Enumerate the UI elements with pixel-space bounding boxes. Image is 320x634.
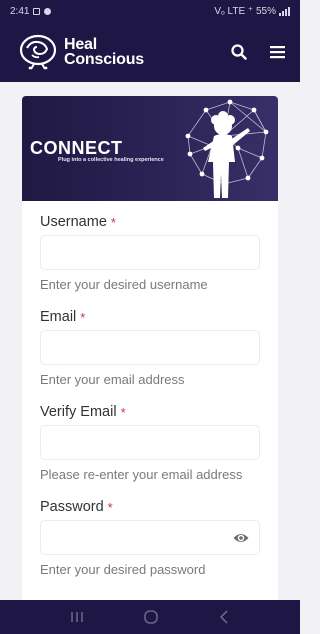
username-input[interactable] xyxy=(41,236,259,269)
email-hint: Enter your email address xyxy=(40,372,185,387)
email-input[interactable] xyxy=(41,331,259,364)
connect-banner: CONNECT Plug into a collective healing e… xyxy=(22,96,278,201)
password-input-wrap xyxy=(40,520,260,555)
username-label-text: Username xyxy=(40,214,107,230)
gallery-notification-icon xyxy=(33,7,41,15)
required-asterisk: * xyxy=(107,499,113,515)
required-asterisk: * xyxy=(110,214,116,230)
username-input-wrap xyxy=(40,235,260,270)
email-field: Email * Enter your email address xyxy=(40,308,260,388)
banner-title: CONNECT xyxy=(30,138,123,158)
password-field: Password * Enter your desired password xyxy=(40,498,260,578)
verify-email-label: Verify Email * xyxy=(40,403,260,421)
back-icon[interactable] xyxy=(218,610,230,624)
password-hint: Enter your desired password xyxy=(40,562,206,577)
password-label-text: Password xyxy=(40,499,104,515)
email-label-text: Email xyxy=(40,309,77,325)
menu-button[interactable] xyxy=(268,43,286,61)
logo-line-2: Conscious xyxy=(64,51,144,68)
logo-text: Heal Conscious xyxy=(64,36,144,68)
registration-form: Username * Enter your desired username E… xyxy=(22,201,278,578)
verify-email-input[interactable] xyxy=(41,426,259,459)
site-header: Heal Conscious xyxy=(0,22,300,82)
verify-email-field: Verify Email * Please re-enter your emai… xyxy=(40,403,260,483)
logo-line-1: Heal xyxy=(64,36,97,53)
network-figure-illustration xyxy=(185,99,269,198)
home-icon[interactable] xyxy=(143,609,159,625)
status-network: Vₒ LTE ⁺ 55% xyxy=(214,5,276,17)
email-label: Email * xyxy=(40,308,260,326)
username-label: Username * xyxy=(40,213,260,231)
search-icon xyxy=(231,44,247,60)
required-asterisk: * xyxy=(120,404,126,420)
status-bar: 2:41 Vₒ LTE ⁺ 55% xyxy=(0,0,300,22)
recents-icon[interactable] xyxy=(70,611,84,623)
system-navigation-bar xyxy=(0,600,300,634)
email-input-wrap xyxy=(40,330,260,365)
home-logo-link[interactable]: Heal Conscious xyxy=(18,34,144,70)
password-label: Password * xyxy=(40,498,260,516)
hamburger-menu-icon xyxy=(269,46,285,59)
verify-email-input-wrap xyxy=(40,425,260,460)
username-field: Username * Enter your desired username xyxy=(40,213,260,293)
brain-logo-icon xyxy=(19,34,57,70)
registration-card: CONNECT Plug into a collective healing e… xyxy=(22,96,278,606)
status-time: 2:41 xyxy=(10,5,30,17)
verify-email-hint: Please re-enter your email address xyxy=(40,467,243,482)
app-notification-icon xyxy=(44,7,52,15)
password-input[interactable] xyxy=(41,521,259,554)
username-hint: Enter your desired username xyxy=(40,277,208,292)
eye-icon[interactable] xyxy=(233,531,249,545)
banner-subtitle: Plug into a collective healing experienc… xyxy=(58,157,164,163)
verify-email-label-text: Verify Email xyxy=(40,404,117,420)
signal-icon xyxy=(279,6,290,16)
required-asterisk: * xyxy=(80,309,86,325)
search-button[interactable] xyxy=(230,43,248,61)
